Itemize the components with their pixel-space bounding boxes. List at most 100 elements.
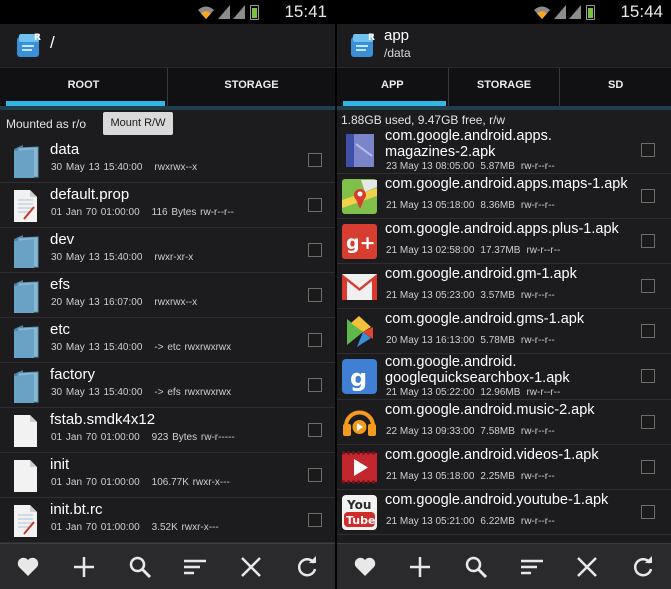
file-row[interactable]: init.bt.rc 01 Jan 70 01:00:00 3.52K rwxr-x… bbox=[0, 498, 335, 543]
select-checkbox[interactable] bbox=[641, 505, 655, 519]
select-checkbox[interactable] bbox=[308, 333, 322, 347]
select-checkbox[interactable] bbox=[641, 369, 655, 383]
tab-app[interactable]: APP bbox=[337, 68, 449, 106]
select-checkbox[interactable] bbox=[308, 243, 322, 257]
search-button[interactable] bbox=[461, 552, 491, 582]
tab-storage[interactable]: STORAGE bbox=[168, 68, 335, 106]
select-checkbox[interactable] bbox=[641, 415, 655, 429]
file-row[interactable]: factory 30 May 13 15:40:00 -> efs rwxrwxrw… bbox=[0, 363, 335, 408]
file-name: fstab.smdk4x12 bbox=[50, 411, 156, 428]
svg-text:R: R bbox=[368, 33, 375, 43]
sort-button[interactable] bbox=[517, 552, 547, 582]
apk-date: 21 May 13 05:18:00 bbox=[386, 200, 475, 211]
signal-icon bbox=[554, 5, 566, 19]
search-icon bbox=[465, 556, 488, 578]
folder-icon bbox=[10, 233, 40, 269]
select-checkbox[interactable] bbox=[641, 143, 655, 157]
apk-size: 12.96MB bbox=[480, 387, 521, 398]
file-row[interactable]: efs 20 May 13 16:07:00 rwxrwx--x bbox=[0, 273, 335, 318]
bookmarks-button[interactable] bbox=[13, 552, 43, 582]
root-explorer-logo-icon[interactable]: R bbox=[14, 30, 44, 60]
sort-button[interactable] bbox=[180, 552, 210, 582]
file-date: 30 May 13 15:40:00 bbox=[51, 162, 143, 173]
root-explorer-logo-icon[interactable]: R bbox=[348, 30, 378, 60]
apk-name: com.google.android.music-2.apk bbox=[385, 402, 595, 418]
apk-name: com.google.android.gm-1.apk bbox=[385, 266, 577, 282]
refresh-icon bbox=[298, 555, 317, 576]
file-row[interactable]: dev 30 May 13 15:40:00 rwxr-xr-x bbox=[0, 228, 335, 273]
search-icon bbox=[129, 556, 151, 578]
left-tabs: ROOT STORAGE bbox=[0, 67, 335, 106]
apk-date: 21 May 13 05:23:00 bbox=[386, 290, 475, 301]
battery-icon bbox=[250, 4, 259, 20]
apk-meta: 21 May 13 05:21:00 6.22MB rw-r--r-- bbox=[386, 516, 561, 527]
apk-permissions: rw-r--r-- bbox=[526, 245, 561, 256]
select-checkbox[interactable] bbox=[641, 460, 655, 474]
file-row[interactable]: data 30 May 13 15:40:00 rwxrwx--x bbox=[0, 138, 335, 183]
apk-name-line1: com.google.android.gms-1.apk bbox=[385, 311, 585, 327]
youtube-logo-bottom: Tube bbox=[346, 514, 375, 527]
apk-row[interactable]: com.google.android.apps. magazines-2.apk 2… bbox=[337, 128, 671, 174]
svg-text:g+: g+ bbox=[346, 232, 376, 254]
apk-name: com.google.android.videos-1.apk bbox=[385, 447, 599, 463]
bookmarks-button[interactable] bbox=[350, 552, 380, 582]
refresh-button[interactable] bbox=[292, 552, 322, 582]
file-date: 30 May 13 15:40:00 bbox=[51, 252, 143, 263]
tab-sd[interactable]: SD bbox=[560, 68, 671, 106]
apk-name-line1: com.google.android.apps.maps-1.apk bbox=[385, 176, 628, 192]
apk-row[interactable]: g com.google.android. googlequicksearchbox… bbox=[337, 354, 671, 400]
file-row[interactable]: init 01 Jan 70 01:00:00 106.77K rwxr-x--- bbox=[0, 453, 335, 498]
apk-meta: 21 May 13 05:23:00 3.57MB rw-r--r-- bbox=[386, 290, 561, 301]
select-checkbox[interactable] bbox=[308, 288, 322, 302]
apk-row[interactable]: You Tube com.google.android.youtube-1.apk 2… bbox=[337, 490, 671, 535]
wifi-icon bbox=[198, 6, 214, 19]
close-button[interactable] bbox=[236, 552, 266, 582]
apk-row[interactable]: com.google.android.videos-1.apk 21 May 13… bbox=[337, 445, 671, 490]
apk-permissions: rw-r--r-- bbox=[520, 426, 555, 437]
select-checkbox[interactable] bbox=[308, 468, 322, 482]
play-music-icon bbox=[341, 404, 378, 441]
file-row[interactable]: fstab.smdk4x12 01 Jan 70 01:00:00 923 Byte… bbox=[0, 408, 335, 453]
apk-permissions: rw-r--r-- bbox=[520, 516, 555, 527]
apk-meta: 22 May 13 09:33:00 7.58MB rw-r--r-- bbox=[386, 426, 561, 437]
apk-row[interactable]: com.google.android.gm-1.apk 21 May 13 05:… bbox=[337, 264, 671, 309]
apk-permissions: rw-r--r-- bbox=[520, 161, 555, 172]
tab-storage[interactable]: STORAGE bbox=[449, 68, 561, 106]
select-checkbox[interactable] bbox=[308, 198, 322, 212]
new-button[interactable] bbox=[69, 552, 99, 582]
apk-name-line1: com.google.android. bbox=[385, 354, 517, 370]
search-button[interactable] bbox=[125, 552, 155, 582]
file-icon bbox=[10, 413, 40, 449]
gplus-icon: g+ bbox=[341, 223, 378, 260]
select-checkbox[interactable] bbox=[308, 513, 322, 527]
select-checkbox[interactable] bbox=[641, 189, 655, 203]
select-checkbox[interactable] bbox=[641, 324, 655, 338]
file-row[interactable]: default.prop 01 Jan 70 01:00:00 116 Bytes … bbox=[0, 183, 335, 228]
apk-date: 21 May 13 05:22:00 bbox=[386, 387, 475, 398]
status-icons bbox=[533, 4, 595, 20]
mount-rw-button[interactable]: Mount R/W bbox=[103, 112, 173, 135]
apk-row[interactable]: com.google.android.apps.maps-1.apk 21 May… bbox=[337, 174, 671, 219]
apk-name: com.google.android.gms-1.apk bbox=[385, 311, 584, 327]
apk-meta: 23 May 13 08:05:00 5.87MB rw-r--r-- bbox=[386, 161, 561, 172]
refresh-button[interactable] bbox=[628, 552, 658, 582]
select-checkbox[interactable] bbox=[641, 279, 655, 293]
select-checkbox[interactable] bbox=[308, 153, 322, 167]
apk-row[interactable]: com.google.android.gms-1.apk 20 May 13 16… bbox=[337, 309, 671, 354]
file-name: dev bbox=[50, 231, 75, 248]
select-checkbox[interactable] bbox=[308, 378, 322, 392]
file-date: 01 Jan 70 01:00:00 bbox=[51, 522, 140, 533]
file-row[interactable]: etc 30 May 13 15:40:00 -> etc rwxrwxrwx bbox=[0, 318, 335, 363]
new-button[interactable] bbox=[405, 552, 435, 582]
apk-date: 21 May 13 02:58:00 bbox=[386, 245, 475, 256]
select-checkbox[interactable] bbox=[308, 423, 322, 437]
sort-icon bbox=[520, 559, 543, 574]
file-meta: 30 May 13 15:40:00 rwxr-xr-x bbox=[51, 252, 205, 263]
apk-row[interactable]: com.google.android.music-2.apk 22 May 13 … bbox=[337, 400, 671, 445]
play-services-icon bbox=[341, 313, 378, 350]
apk-row[interactable]: g+ com.google.android.apps.plus-1.apk 21 M… bbox=[337, 219, 671, 264]
apk-name-line1: com.google.android.youtube-1.apk bbox=[385, 492, 609, 508]
select-checkbox[interactable] bbox=[641, 234, 655, 248]
tab-root[interactable]: ROOT bbox=[0, 68, 168, 106]
close-button[interactable] bbox=[572, 552, 602, 582]
